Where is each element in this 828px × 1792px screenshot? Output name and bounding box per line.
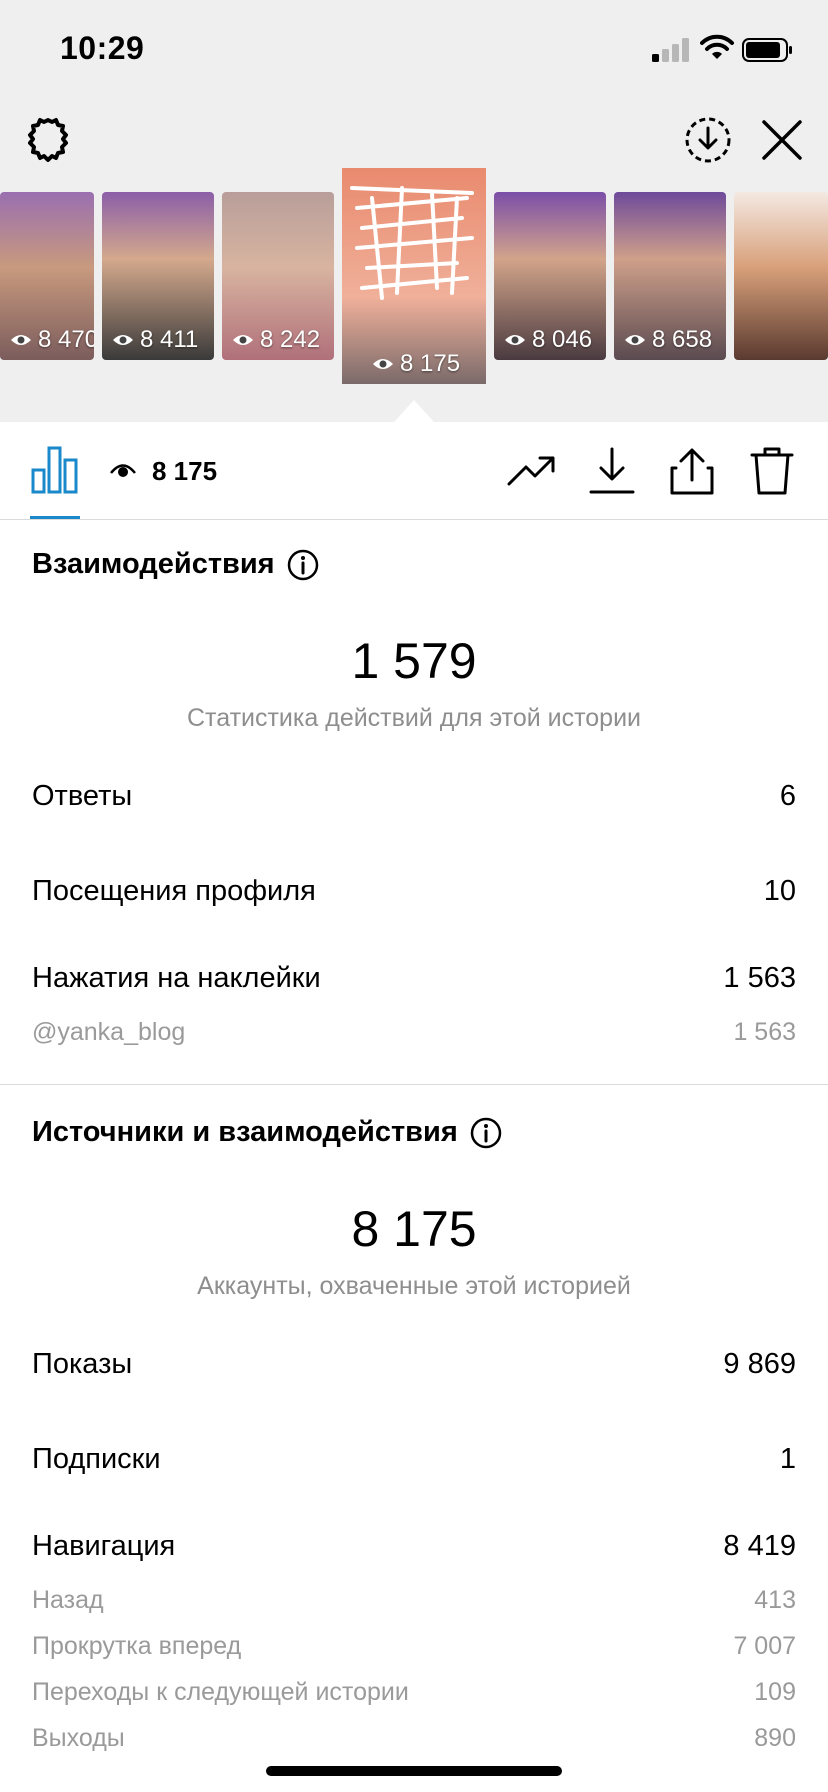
settings-button[interactable] — [22, 114, 74, 166]
viewers-count[interactable]: 8 175 — [152, 456, 217, 487]
interactions-heading: Взаимодействия — [32, 548, 319, 581]
sticker-mention-row: @yanka_blog 1 563 — [32, 1018, 796, 1046]
selected-story-pointer — [394, 400, 434, 422]
navigation-row-forward: Прокрутка вперед 7 007 — [32, 1632, 796, 1660]
interactions-total: 1 579 — [351, 633, 477, 689]
story-thumbnail[interactable]: 8 470 — [0, 192, 94, 360]
wifi-icon — [700, 34, 734, 59]
active-tab-indicator — [30, 516, 80, 519]
discovery-row-navigation: Навигация 8 419 — [32, 1530, 796, 1562]
interaction-row-replies: Ответы 6 — [32, 780, 796, 812]
status-time: 10:29 — [60, 30, 145, 66]
reach-subtitle: Аккаунты, охваченные этой историей — [197, 1272, 631, 1300]
eye-icon — [505, 335, 525, 345]
cellular-signal-icon — [652, 38, 689, 62]
info-icon[interactable] — [287, 549, 319, 581]
share-icon[interactable] — [666, 446, 718, 496]
save-story-button[interactable] — [682, 114, 734, 166]
trending-icon[interactable] — [506, 446, 558, 496]
interaction-row-profile-visits: Посещения профиля 10 — [32, 875, 796, 907]
story-thumbnail[interactable]: 8 658 — [614, 192, 726, 360]
download-circle-icon — [685, 117, 731, 163]
story-thumbnail-selected[interactable]: 8 175 — [342, 168, 486, 384]
status-bar: 10:29 — [0, 0, 828, 100]
navigation-row-exits: Выходы 890 — [32, 1724, 796, 1752]
close-button[interactable] — [756, 114, 808, 166]
discovery-row-follows: Подписки 1 — [32, 1443, 796, 1475]
download-icon[interactable] — [586, 446, 638, 496]
discovery-row-impressions: Показы 9 869 — [32, 1348, 796, 1380]
eye-icon — [233, 335, 253, 345]
home-indicator[interactable] — [266, 1766, 562, 1776]
close-icon — [762, 120, 802, 160]
story-thumbnail[interactable] — [734, 192, 828, 360]
story-thumbnail[interactable]: 8 046 — [494, 192, 606, 360]
eye-icon — [113, 335, 133, 345]
info-icon[interactable] — [470, 1117, 502, 1149]
story-thumbnail[interactable]: 8 242 — [222, 192, 334, 360]
scribble-overlay — [350, 186, 474, 300]
story-thumbnail[interactable]: 8 411 — [102, 192, 214, 360]
navigation-row-back: Назад 413 — [32, 1586, 796, 1614]
interactions-subtitle: Статистика действий для этой истории — [186, 704, 642, 732]
section-divider — [0, 1084, 828, 1085]
bar-chart-icon[interactable] — [30, 444, 80, 494]
navigation-row-next-story: Переходы к следующей истории 109 — [32, 1678, 796, 1706]
discovery-heading: Источники и взаимодействия — [32, 1116, 502, 1149]
interaction-row-sticker-taps: Нажатия на наклейки 1 563 — [32, 962, 796, 994]
eye-icon — [373, 359, 393, 369]
story-insights-screen: 10:29 8 470 8 411 8 242 8 175 8 046 8 65… — [0, 0, 828, 1792]
eye-icon — [110, 464, 136, 477]
trash-icon[interactable] — [746, 446, 798, 496]
gear-icon — [28, 118, 68, 162]
reach-total: 8 175 — [351, 1201, 477, 1257]
eye-icon — [625, 335, 645, 345]
eye-icon — [11, 335, 31, 345]
battery-icon — [742, 38, 792, 62]
